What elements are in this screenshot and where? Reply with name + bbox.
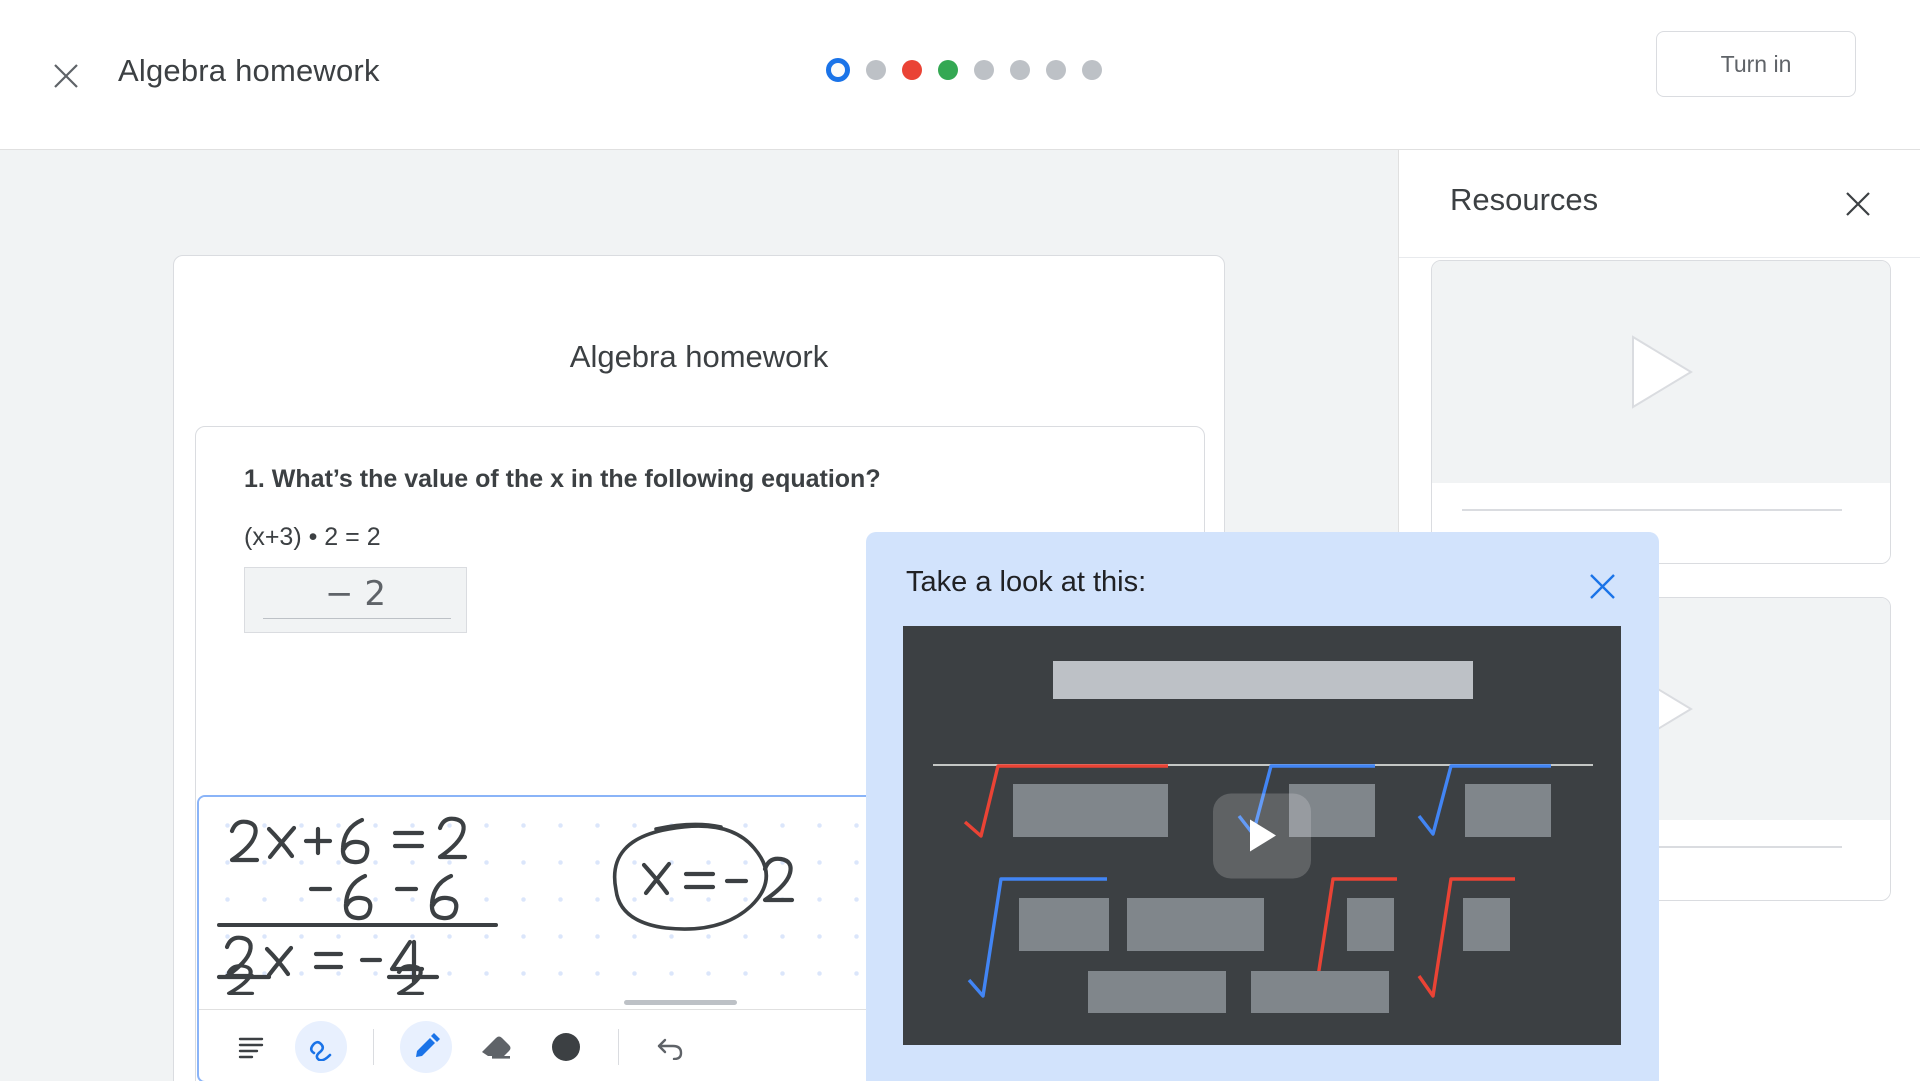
- pen-icon[interactable]: [400, 1020, 452, 1073]
- answer-input[interactable]: − 2: [244, 567, 467, 633]
- page-title: Algebra homework: [118, 53, 380, 88]
- close-icon[interactable]: [1586, 570, 1619, 603]
- video-thumbnail[interactable]: [903, 626, 1621, 1045]
- progress-dot-7[interactable]: [1046, 60, 1066, 80]
- ink-canvas-scrollbar[interactable]: [624, 1000, 737, 1005]
- text-lines-icon[interactable]: [225, 1021, 277, 1073]
- answer-value: − 2: [325, 574, 386, 614]
- scribble-icon[interactable]: [295, 1020, 347, 1073]
- resources-header: Resources: [1399, 150, 1920, 258]
- question-equation: (x+3) • 2 = 2: [244, 523, 381, 551]
- progress-dot-3[interactable]: [902, 60, 922, 80]
- progress-dot-5[interactable]: [974, 60, 994, 80]
- turn-in-button[interactable]: Turn in: [1656, 31, 1856, 97]
- answer-underline: [263, 618, 451, 619]
- undo-icon[interactable]: [645, 1021, 697, 1073]
- resource-thumbnail[interactable]: [1432, 261, 1890, 483]
- close-icon[interactable]: [1842, 188, 1874, 220]
- video-popup: Take a look at this:: [866, 532, 1659, 1081]
- progress-dot-6[interactable]: [1010, 60, 1030, 80]
- assignment-app: Algebra homework Turn in Algebra homewor…: [0, 0, 1920, 1081]
- top-bar: Algebra homework Turn in: [0, 0, 1920, 150]
- question-prompt: 1. What’s the value of the x in the foll…: [244, 465, 881, 493]
- progress-dot-1[interactable]: [826, 58, 850, 82]
- progress-dot-4[interactable]: [938, 60, 958, 80]
- worksheet-title: Algebra homework: [569, 339, 829, 374]
- progress-dot-8[interactable]: [1082, 60, 1102, 80]
- resources-title: Resources: [1450, 182, 1599, 217]
- resource-card[interactable]: [1431, 260, 1891, 564]
- play-triangle-icon: [1632, 335, 1693, 409]
- toolbar-separator: [373, 1028, 374, 1065]
- resource-meta-line: [1462, 509, 1842, 511]
- color-swatch-icon[interactable]: [540, 1021, 592, 1073]
- progress-dots: [826, 58, 1102, 82]
- progress-dot-2[interactable]: [866, 60, 886, 80]
- popup-title: Take a look at this:: [906, 566, 1147, 598]
- close-icon[interactable]: [48, 58, 84, 94]
- play-icon[interactable]: [1213, 793, 1311, 878]
- eraser-icon[interactable]: [470, 1021, 522, 1073]
- toolbar-separator: [618, 1028, 619, 1065]
